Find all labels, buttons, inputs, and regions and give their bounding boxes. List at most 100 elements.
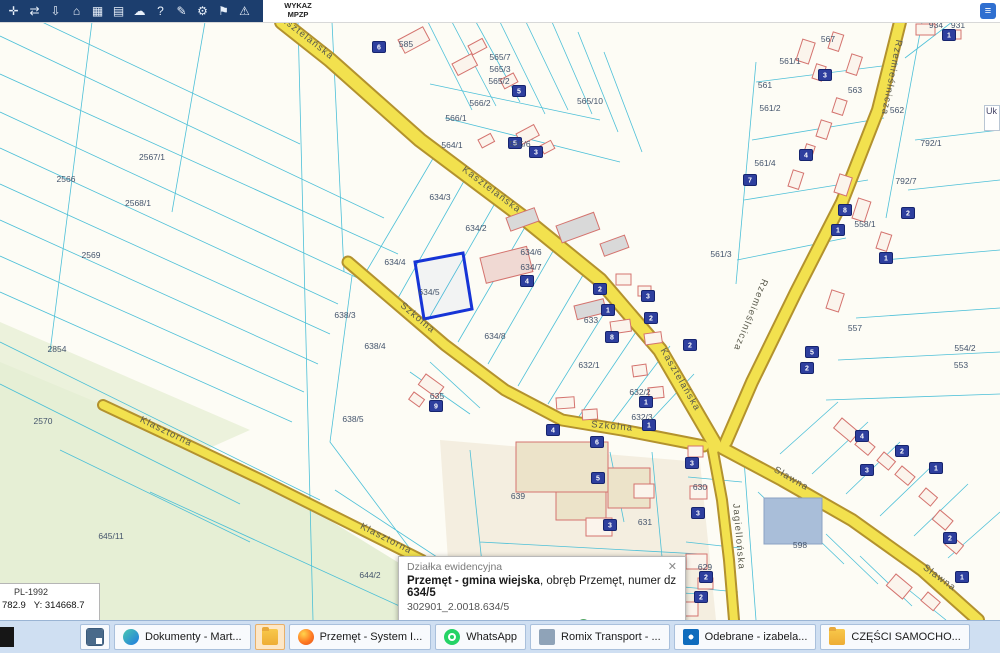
crs-label[interactable]: PL-1992 xyxy=(2,587,99,597)
building-number-icon[interactable]: 9 xyxy=(429,400,443,412)
parcel-label: 634/6 xyxy=(520,247,542,257)
task-view-button[interactable] xyxy=(80,624,110,650)
warning-icon[interactable]: ⚠ xyxy=(235,2,254,20)
building-number-icon[interactable]: 2 xyxy=(895,445,909,457)
building-number-icon[interactable]: 2 xyxy=(644,312,658,324)
status-box: PL-1992 782.9 Y: 314668.7 xyxy=(0,583,100,620)
map-canvas[interactable]: 655342132821146953332681432152421321271 … xyxy=(0,22,1000,620)
building-number-icon[interactable]: 1 xyxy=(955,571,969,583)
taskbar-item-romix[interactable]: Romix Transport - ... xyxy=(530,624,670,650)
wykaz-mpzp-button[interactable]: WYKAZ MPZP xyxy=(272,1,324,21)
taskbar: Dokumenty - Mart... Przemęt - System I..… xyxy=(0,620,1000,653)
building-number-icon[interactable]: 6 xyxy=(590,436,604,448)
building-number-icon[interactable]: 8 xyxy=(605,331,619,343)
svg-text:3: 3 xyxy=(823,73,827,80)
building-number-icon[interactable]: 2 xyxy=(699,571,713,583)
help-icon[interactable]: ? xyxy=(151,2,170,20)
parcel-identifier: 302901_2.0018.634/5 xyxy=(407,601,510,613)
panel-toggle-icon[interactable]: ≡ xyxy=(980,3,996,19)
svg-text:2: 2 xyxy=(900,449,904,456)
folder-icon xyxy=(261,627,278,645)
home-icon[interactable]: ⌂ xyxy=(67,2,86,20)
building-number-icon[interactable]: 3 xyxy=(641,290,655,302)
building-number-icon[interactable]: 1 xyxy=(879,252,893,264)
popup-title: Działka ewidencyjna xyxy=(407,560,503,573)
start-corner[interactable] xyxy=(0,627,14,647)
pan-icon[interactable]: ✛ xyxy=(4,2,23,20)
collapsed-panel-tab[interactable]: Uk xyxy=(984,105,1000,131)
svg-text:4: 4 xyxy=(525,279,529,286)
download-icon[interactable]: ⇩ xyxy=(46,2,65,20)
taskbar-item-whatsapp[interactable]: WhatsApp xyxy=(435,624,527,650)
building-number-icon[interactable]: 5 xyxy=(512,85,526,97)
svg-text:1: 1 xyxy=(960,575,964,582)
legend-icon[interactable]: ▤ xyxy=(109,2,128,20)
building-number-icon[interactable]: 6 xyxy=(372,41,386,53)
taskbar-item-czesci[interactable]: CZĘŚCI SAMOCHO... xyxy=(820,624,970,650)
cloud-icon[interactable]: ☁ xyxy=(130,2,149,20)
parcel-label: 639 xyxy=(511,491,525,501)
parcel-label: 561/2 xyxy=(759,103,781,113)
parcel-label: 934 xyxy=(929,22,943,30)
building-number-icon[interactable]: 5 xyxy=(805,346,819,358)
building-number-icon[interactable]: 2 xyxy=(593,283,607,295)
building-number-icon[interactable]: 4 xyxy=(855,430,869,442)
building-number-icon[interactable]: 2 xyxy=(694,591,708,603)
building-number-icon[interactable]: 4 xyxy=(799,149,813,161)
swap-arrows-icon[interactable]: ⇄ xyxy=(25,2,44,20)
svg-text:1: 1 xyxy=(884,256,888,263)
close-icon[interactable]: ✕ xyxy=(666,560,679,573)
wykaz-line2: MPZP xyxy=(287,10,309,19)
building-number-icon[interactable]: 1 xyxy=(831,224,845,236)
parcel-label: 638/4 xyxy=(364,341,386,351)
building-number-icon[interactable]: 8 xyxy=(838,204,852,216)
svg-text:3: 3 xyxy=(608,523,612,530)
flag-icon[interactable]: ⚑ xyxy=(214,2,233,20)
svg-text:3: 3 xyxy=(690,461,694,468)
svg-text:4: 4 xyxy=(804,153,808,160)
building-number-icon[interactable]: 3 xyxy=(529,146,543,158)
parcel-label: 634/4 xyxy=(384,257,406,267)
building-number-icon[interactable]: 2 xyxy=(800,362,814,374)
building-number-icon[interactable]: 4 xyxy=(546,424,560,436)
building-number-icon[interactable]: 2 xyxy=(683,339,697,351)
building-number-icon[interactable]: 1 xyxy=(942,29,956,41)
parcel-label: 566/2 xyxy=(469,98,491,108)
building-number-icon[interactable]: 3 xyxy=(603,519,617,531)
building-number-icon[interactable]: 3 xyxy=(685,457,699,469)
svg-text:2: 2 xyxy=(598,287,602,294)
parcel-label: 634/3 xyxy=(429,192,451,202)
building-number-icon[interactable]: 4 xyxy=(520,275,534,287)
taskbar-item-explorer[interactable] xyxy=(254,624,285,650)
parcel-label: 564/1 xyxy=(441,140,463,150)
layers-icon[interactable]: ▦ xyxy=(88,2,107,20)
parcel-label: 630 xyxy=(693,482,707,492)
parcel-number: 634/5 xyxy=(407,587,436,599)
building-number-icon[interactable]: 3 xyxy=(818,69,832,81)
building-number-icon[interactable]: 1 xyxy=(601,304,615,316)
building-number-icon[interactable]: 3 xyxy=(860,464,874,476)
selected-parcel-outline[interactable] xyxy=(413,251,474,321)
settings-icon[interactable]: ⚙ xyxy=(193,2,212,20)
building-number-icon[interactable]: 2 xyxy=(901,207,915,219)
taskbar-item-mail[interactable]: Odebrane - izabela... xyxy=(673,624,817,650)
building-number-icon[interactable]: 1 xyxy=(929,462,943,474)
building-number-icon[interactable]: 1 xyxy=(639,396,653,408)
parcel-label: 565/10 xyxy=(577,96,603,106)
building-number-icon[interactable]: 2 xyxy=(943,532,957,544)
svg-text:6: 6 xyxy=(595,440,599,447)
parcel-label: 792/1 xyxy=(920,138,942,148)
svg-text:2: 2 xyxy=(704,575,708,582)
parcel-label: 565/3 xyxy=(489,64,511,74)
parcel-label: 632/3 xyxy=(631,412,653,422)
svg-text:3: 3 xyxy=(646,294,650,301)
draw-icon[interactable]: ✎ xyxy=(172,2,191,20)
taskbar-item-documents[interactable]: Dokumenty - Mart... xyxy=(114,624,251,650)
building-number-icon[interactable]: 3 xyxy=(691,507,705,519)
building-number-icon[interactable]: 7 xyxy=(743,174,757,186)
taskbar-item-przemet-system[interactable]: Przemęt - System I... xyxy=(288,624,432,650)
parcel-label: 634/5 xyxy=(418,287,440,297)
parcel-label: 634/7 xyxy=(520,262,542,272)
parcel-label: 553 xyxy=(954,360,968,370)
building-number-icon[interactable]: 5 xyxy=(591,472,605,484)
